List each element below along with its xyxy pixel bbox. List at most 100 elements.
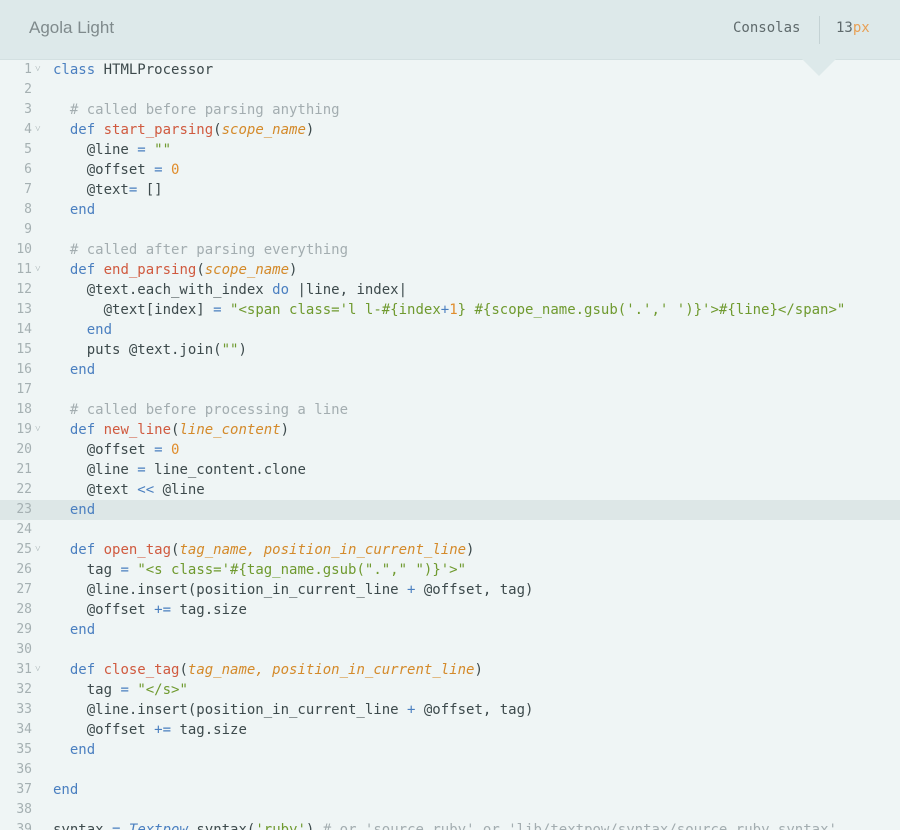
fold-chevron-icon[interactable]: ˅ xyxy=(35,260,41,280)
fold-chevron-icon[interactable]: ˅ xyxy=(35,540,41,560)
code-line[interactable]: 15 puts @text.join("") xyxy=(0,340,900,360)
line-number: 32 xyxy=(16,682,32,697)
line-number: 9 xyxy=(24,222,32,237)
code-line[interactable]: 38 xyxy=(0,800,900,820)
code-text: @line.insert(position_in_current_line + … xyxy=(53,582,534,598)
code-line[interactable]: 5 @line = "" xyxy=(0,140,900,160)
line-number: 36 xyxy=(16,762,32,777)
code-line[interactable]: 30 xyxy=(0,640,900,660)
code-text: tag = "<s class='#{tag_name.gsub("."," "… xyxy=(53,562,467,578)
line-number: 29 xyxy=(16,622,32,637)
line-number: 21 xyxy=(16,462,32,477)
line-number: 25 xyxy=(16,542,32,557)
code-text: end xyxy=(53,782,79,798)
line-number: 22 xyxy=(16,482,32,497)
code-line[interactable]: 37 end xyxy=(0,780,900,800)
code-line[interactable]: 27 @line.insert(position_in_current_line… xyxy=(0,580,900,600)
code-line[interactable]: 16 end xyxy=(0,360,900,380)
code-line[interactable]: 1 ˅ class HTMLProcessor xyxy=(0,60,900,80)
code-line[interactable]: 35 end xyxy=(0,740,900,760)
code-text: # called before processing a line xyxy=(69,402,349,418)
line-number: 34 xyxy=(16,722,32,737)
code-text: end xyxy=(69,362,96,378)
font-size-selector[interactable]: 13px xyxy=(836,20,870,36)
code-line[interactable]: 34 @offset += tag.size xyxy=(0,720,900,740)
line-number: 38 xyxy=(16,802,32,817)
code-line[interactable]: 36 xyxy=(0,760,900,780)
code-line[interactable]: 21 @line = line_content.clone xyxy=(0,460,900,480)
code-line[interactable]: 31 ˅ def close_tag(tag_name, position_in_… xyxy=(0,660,900,680)
line-number: 8 xyxy=(24,202,32,217)
code-text: @text= [] xyxy=(53,182,163,198)
line-number: 6 xyxy=(24,162,32,177)
code-line[interactable]: 33 @line.insert(position_in_current_line… xyxy=(0,700,900,720)
line-number: 12 xyxy=(16,282,32,297)
line-number: 13 xyxy=(16,302,32,317)
code-text: @text.each_with_index do |line, index| xyxy=(53,282,408,298)
code-line[interactable]: 13 @text[index] = "<span class='l l-#{in… xyxy=(0,300,900,320)
code-line[interactable]: 6 @offset = 0 xyxy=(0,160,900,180)
code-line[interactable]: 7 @text= [] xyxy=(0,180,900,200)
line-number: 14 xyxy=(16,322,32,337)
code-text: end xyxy=(69,502,96,518)
line-number: 5 xyxy=(24,142,32,157)
code-line[interactable]: 24 xyxy=(0,520,900,540)
code-line[interactable]: 18 # called before processing a line xyxy=(0,400,900,420)
fold-chevron-icon[interactable]: ˅ xyxy=(35,60,41,80)
code-text: end xyxy=(69,742,96,758)
code-text: end xyxy=(86,322,113,338)
code-line[interactable]: 29 end xyxy=(0,620,900,640)
code-text: @line.insert(position_in_current_line + … xyxy=(53,702,534,718)
code-line[interactable]: 26 tag = "<s class='#{tag_name.gsub(".",… xyxy=(0,560,900,580)
fold-chevron-icon[interactable]: ˅ xyxy=(35,660,41,680)
code-text: class HTMLProcessor xyxy=(53,62,214,78)
code-line[interactable]: 8 end xyxy=(0,200,900,220)
code-text: def close_tag(tag_name, position_in_curr… xyxy=(69,662,483,678)
code-editor[interactable]: 1 ˅ class HTMLProcessor 2 3 # called before … xyxy=(0,60,900,830)
code-line[interactable]: 12 @text.each_with_index do |line, index… xyxy=(0,280,900,300)
code-text: @offset = 0 xyxy=(53,442,180,458)
code-line[interactable]: 23 end xyxy=(0,500,900,520)
line-number: 16 xyxy=(16,362,32,377)
code-line[interactable]: 10 # called after parsing everything xyxy=(0,240,900,260)
line-number: 19 xyxy=(16,422,32,437)
line-number: 10 xyxy=(16,242,32,257)
line-number: 27 xyxy=(16,582,32,597)
code-text: def start_parsing(scope_name) xyxy=(69,122,315,138)
code-line[interactable]: 22 @text << @line xyxy=(0,480,900,500)
font-size-value: 13 xyxy=(836,20,853,36)
code-text: puts @text.join("") xyxy=(53,342,247,358)
fold-chevron-icon[interactable]: ˅ xyxy=(35,420,41,440)
code-line[interactable]: 4 ˅ def start_parsing(scope_name) xyxy=(0,120,900,140)
code-line[interactable]: 2 xyxy=(0,80,900,100)
code-line[interactable]: 11 ˅ def end_parsing(scope_name) xyxy=(0,260,900,280)
line-number: 23 xyxy=(16,502,32,517)
code-text: @text[index] = "<span class='l l-#{index… xyxy=(53,302,846,318)
code-line[interactable]: 25 ˅ def open_tag(tag_name, position_in_c… xyxy=(0,540,900,560)
line-number: 39 xyxy=(16,822,32,830)
code-text: def end_parsing(scope_name) xyxy=(69,262,298,278)
code-text: end xyxy=(69,622,96,638)
line-number: 11 xyxy=(16,262,32,277)
line-number: 37 xyxy=(16,782,32,797)
code-text: @offset += tag.size xyxy=(53,722,247,738)
theme-name-label[interactable]: Agola Light xyxy=(29,18,114,38)
code-text: syntax = Textpow.syntax('ruby') # or 'so… xyxy=(53,822,837,830)
font-family-selector[interactable]: Consolas xyxy=(733,20,800,36)
line-number: 4 xyxy=(24,122,32,137)
code-line[interactable]: 32 tag = "</s>" xyxy=(0,680,900,700)
code-line[interactable]: 17 xyxy=(0,380,900,400)
code-line[interactable]: 14 end xyxy=(0,320,900,340)
line-number: 7 xyxy=(24,182,32,197)
code-line[interactable]: 28 @offset += tag.size xyxy=(0,600,900,620)
code-line[interactable]: 39 syntax = Textpow.syntax('ruby') # or '… xyxy=(0,820,900,830)
line-number: 17 xyxy=(16,382,32,397)
code-line[interactable]: 9 xyxy=(0,220,900,240)
fold-chevron-icon[interactable]: ˅ xyxy=(35,120,41,140)
code-line[interactable]: 3 # called before parsing anything xyxy=(0,100,900,120)
code-line[interactable]: 20 @offset = 0 xyxy=(0,440,900,460)
code-text: @offset += tag.size xyxy=(53,602,247,618)
line-number: 2 xyxy=(24,82,32,97)
code-line[interactable]: 19 ˅ def new_line(line_content) xyxy=(0,420,900,440)
code-text: def open_tag(tag_name, position_in_curre… xyxy=(69,542,475,558)
